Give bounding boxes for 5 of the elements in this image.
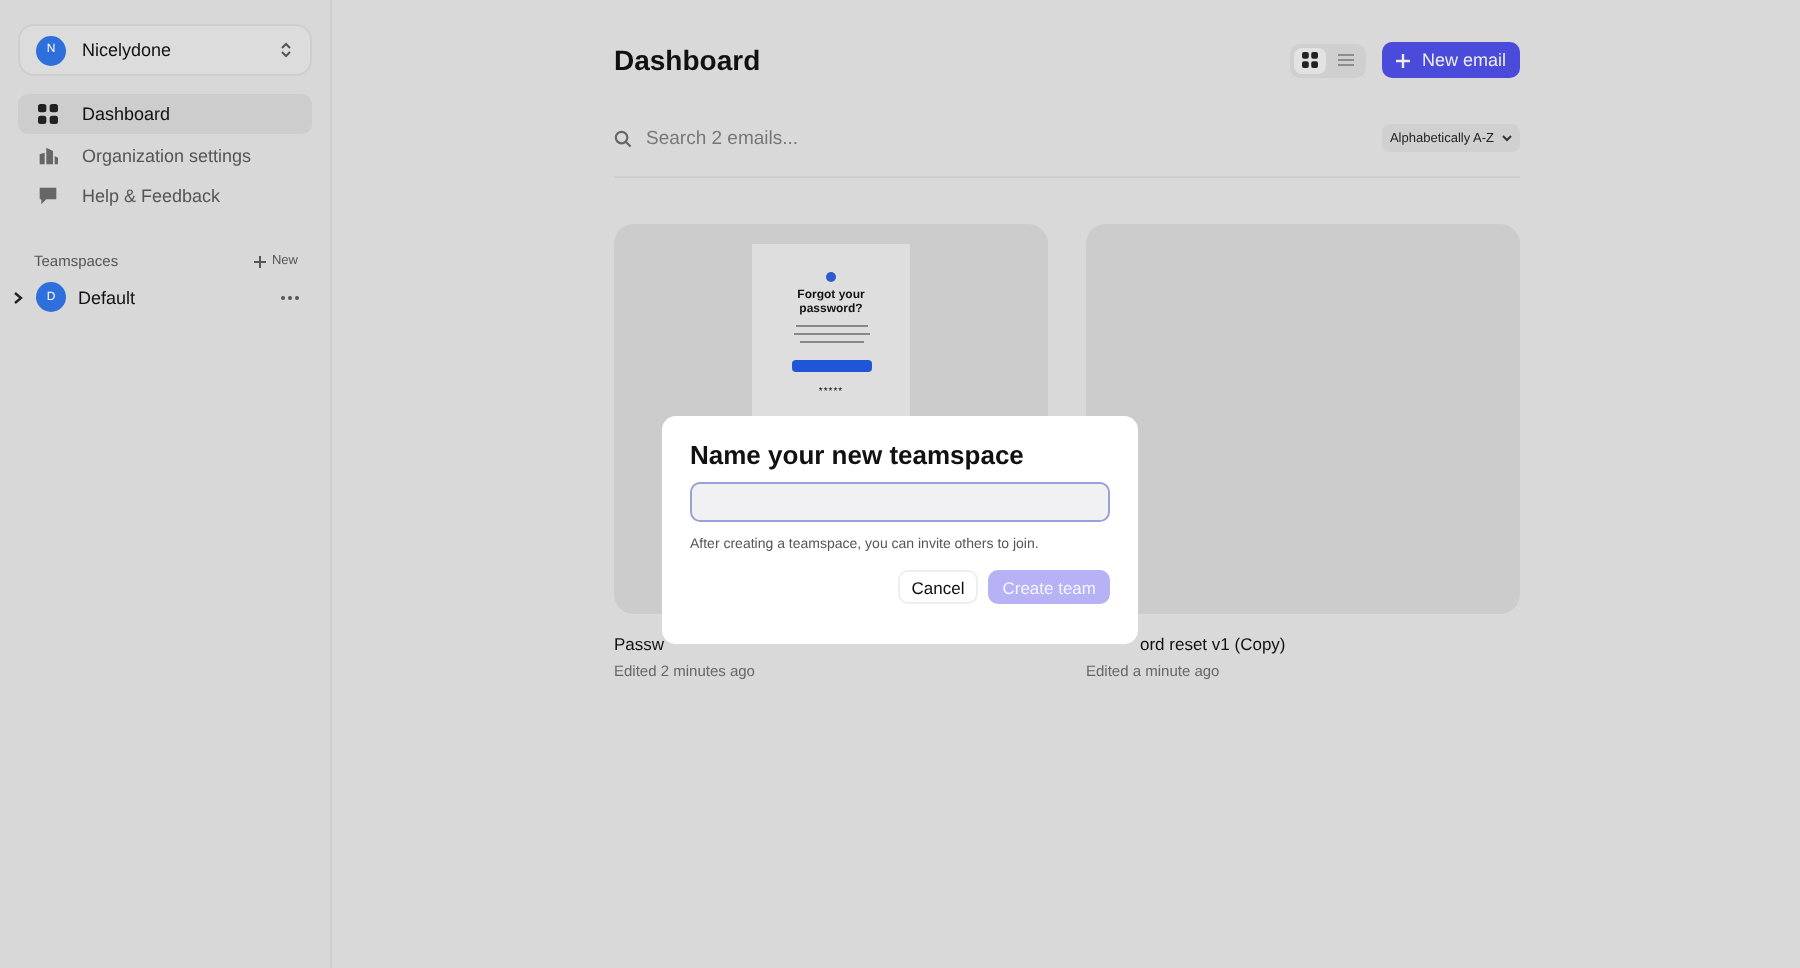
page-title: Dashboard (614, 44, 763, 76)
dialog-title: Name your new teamspace (690, 440, 1026, 470)
email-title: Passw (614, 634, 667, 654)
workspace-name: Nicelydone (82, 40, 174, 60)
email-title: ord reset v1 (Copy) (1138, 634, 1288, 654)
